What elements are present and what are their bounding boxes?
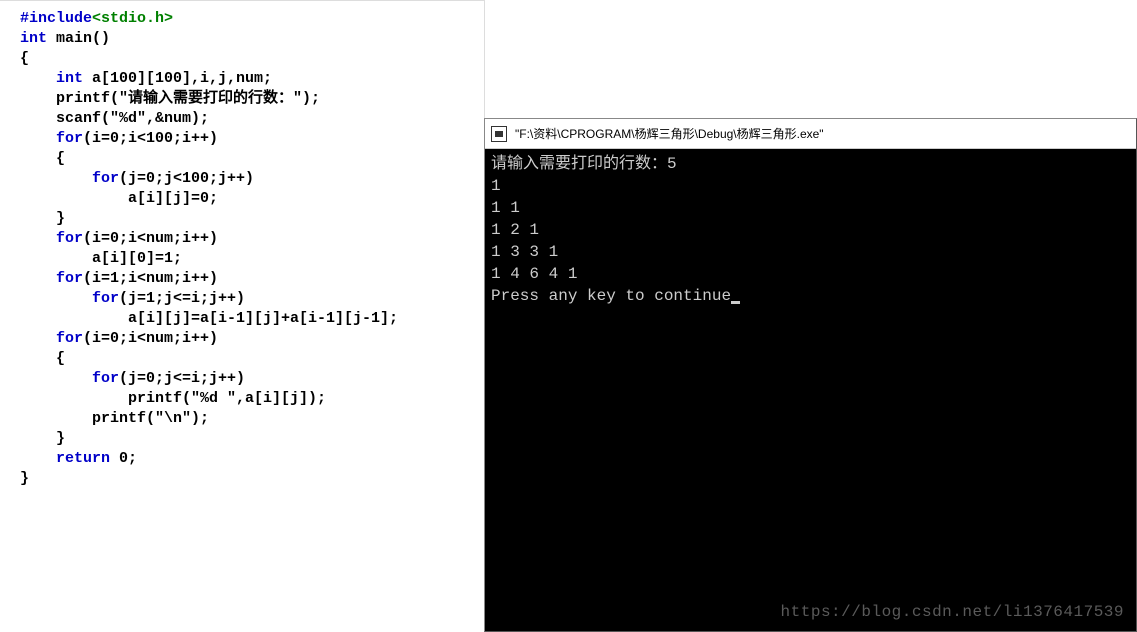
console-icon [491,126,507,142]
code-line: { [20,49,484,69]
code-line: for(i=0;i<100;i++) [20,129,484,149]
code-line: printf("%d ",a[i][j]); [20,389,484,409]
code-line: for(i=1;i<num;i++) [20,269,484,289]
console-output[interactable]: 请输入需要打印的行数：5 1 1 1 1 2 1 1 3 3 1 1 4 6 4… [485,149,1136,631]
code-line: a[i][0]=1; [20,249,484,269]
code-line: for(i=0;i<num;i++) [20,229,484,249]
code-line: int main() [20,29,484,49]
code-line: a[i][j]=0; [20,189,484,209]
console-window[interactable]: "F:\资料\CPROGRAM\杨辉三角形\Debug\杨辉三角形.exe" 请… [484,118,1137,632]
code-line: for(j=0;j<=i;j++) [20,369,484,389]
console-titlebar[interactable]: "F:\资料\CPROGRAM\杨辉三角形\Debug\杨辉三角形.exe" [485,119,1136,149]
code-line: } [20,469,484,489]
console-title: "F:\资料\CPROGRAM\杨辉三角形\Debug\杨辉三角形.exe" [515,125,824,142]
code-line: for(j=1;j<=i;j++) [20,289,484,309]
code-line: scanf("%d",&num); [20,109,484,129]
code-line: printf("请输入需要打印的行数："); [20,89,484,109]
code-line: { [20,349,484,369]
code-editor[interactable]: #include<stdio.h> int main() { int a[100… [0,0,485,632]
code-line: { [20,149,484,169]
code-line: for(i=0;i<num;i++) [20,329,484,349]
code-line: } [20,429,484,449]
code-line: a[i][j]=a[i-1][j]+a[i-1][j-1]; [20,309,484,329]
cursor [731,301,740,304]
code-line: int a[100][100],i,j,num; [20,69,484,89]
watermark: https://blog.csdn.net/li1376417539 [781,601,1124,623]
code-line: for(j=0;j<100;j++) [20,169,484,189]
code-line: return 0; [20,449,484,469]
code-line: #include<stdio.h> [20,9,484,29]
code-line: printf("\n"); [20,409,484,429]
code-line: } [20,209,484,229]
